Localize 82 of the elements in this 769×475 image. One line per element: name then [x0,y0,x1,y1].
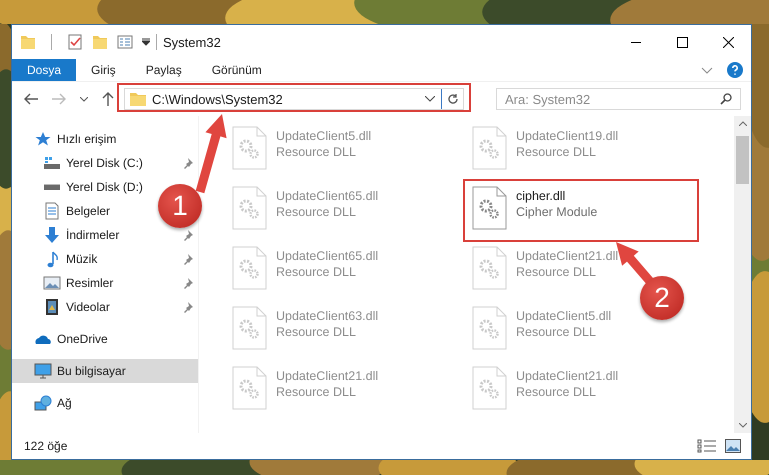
file-name: UpdateClient5.dll [516,309,612,323]
file-name: UpdateClient5.dll [276,129,372,143]
item-count: 122 öğe [24,439,68,453]
refresh-icon [446,93,458,105]
sidebar-item[interactable]: Yerel Disk (D:) [12,175,147,199]
scroll-up-icon[interactable] [738,121,746,126]
file-description: Resource DLL [276,325,357,339]
picture-icon [43,276,61,290]
file-description: Resource DLL [516,265,597,279]
file-gears-icon [472,186,508,230]
search-icon [720,93,732,105]
large-icons-view-icon[interactable] [725,439,741,453]
file-gears-icon [232,126,268,170]
file-description: Resource DLL [516,385,597,399]
ribbon-tab[interactable]: Giriş [76,59,131,81]
sidebar-item[interactable]: OneDrive [12,327,112,351]
chevron-icon[interactable] [701,66,713,74]
details-view-icon[interactable] [697,439,717,453]
ribbon-tab[interactable]: Görünüm [196,59,277,81]
properties-icon[interactable] [117,34,133,50]
computer-icon [34,363,52,379]
scroll-down-icon[interactable] [738,423,746,428]
customize-caret-icon[interactable] [142,38,150,46]
drive-icon [44,157,60,169]
maximize-icon [676,36,688,48]
back-icon[interactable] [24,93,38,105]
file-gears-icon [232,246,268,290]
file-gears-icon [232,306,268,350]
file-description: Resource DLL [276,265,357,279]
sidebar-item[interactable]: Yerel Disk (C:) [12,151,147,175]
sidebar-item[interactable]: Ağ [12,391,76,415]
file-gears-icon [472,246,508,290]
file-name: UpdateClient65.dll [276,249,378,263]
sidebar-item[interactable]: Belgeler [12,199,114,223]
address-field[interactable]: C:\Windows\System32 [124,88,464,110]
file-description: Resource DLL [276,145,357,159]
sidebar-item[interactable]: Müzik [12,247,102,271]
file-description: Cipher Module [516,205,598,219]
file-description: Resource DLL [516,145,597,159]
sidebar-item[interactable]: Bu bilgisayar [12,359,198,383]
down-arrow-icon [45,227,59,243]
file-name: UpdateClient21.dll [516,369,618,383]
folder-icon [130,92,146,106]
film-icon [46,299,58,315]
checklist-icon[interactable] [67,34,83,50]
file-name: UpdateClient21.dll [516,249,618,263]
cloud-icon [35,334,51,344]
help-icon[interactable] [727,62,743,78]
close-icon [722,36,734,48]
file-description: Resource DLL [516,325,597,339]
music-note-icon [46,250,58,268]
ribbon-tab[interactable]: Dosya [12,59,76,81]
sidebar-item[interactable]: Resimler [12,271,118,295]
window-title: System32 [163,34,221,50]
ribbon-tab[interactable]: Paylaş [130,59,197,81]
file-name: cipher.dll [516,189,566,203]
address-path: C:\Windows\System32 [152,92,284,106]
file-gears-icon [472,306,508,350]
file-gears-icon [472,126,508,170]
file-gears-icon [472,366,508,410]
sidebar-item[interactable]: Videolar [12,295,114,319]
file-name: UpdateClient63.dll [276,309,378,323]
scroll-thumb[interactable] [736,136,749,184]
file-name: UpdateClient19.dll [516,129,618,143]
star-icon [35,132,51,146]
caret-icon[interactable] [80,96,88,102]
file-gears-icon [232,366,268,410]
scrollbar[interactable] [734,116,751,433]
file-description: Resource DLL [276,385,357,399]
file-name: UpdateClient21.dll [276,369,378,383]
file-item[interactable]: cipher.dll Cipher Module [472,186,686,230]
file-description: Resource DLL [276,205,357,219]
search-field[interactable]: Ara: System32 [496,88,741,110]
file-gears-icon [232,186,268,230]
sidebar-item[interactable]: Hızlı erişim [12,127,120,151]
drive-icon [44,184,60,190]
sidebar-item[interactable]: İndirmeler [12,223,124,247]
up-icon[interactable] [102,92,114,106]
caret-icon[interactable] [425,96,435,102]
file-name: UpdateClient65.dll [276,189,378,203]
network-icon [34,395,52,411]
document-icon [45,202,59,220]
